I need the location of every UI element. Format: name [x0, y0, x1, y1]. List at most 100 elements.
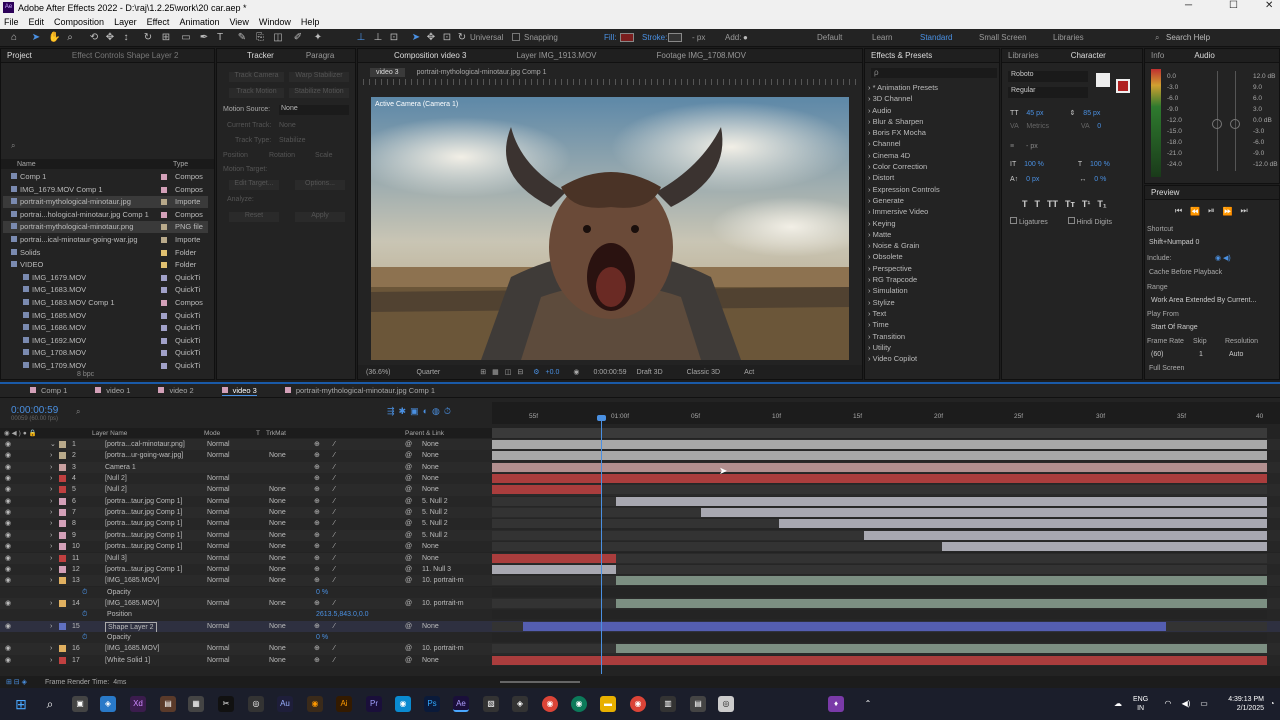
motion-source-select[interactable]: None	[279, 105, 349, 115]
capcut-icon[interactable]: ✂	[218, 696, 234, 712]
font-style-select[interactable]: Regular	[1008, 87, 1088, 98]
expand-arrow-icon[interactable]: ›	[50, 484, 52, 495]
last-frame-icon[interactable]: ⏭	[1241, 206, 1248, 216]
options-button[interactable]: Options...	[295, 180, 345, 190]
layer-row[interactable]: ◉ › 17 [White Solid 1] Normal None ⊕ ⁄ @ None	[0, 654, 1280, 666]
layer-name-header[interactable]: Layer Name	[92, 430, 127, 437]
type-column-header[interactable]: Type	[173, 161, 188, 168]
audition-icon[interactable]: Au	[277, 696, 293, 712]
text-style-button[interactable]: T₁	[1097, 199, 1106, 209]
project-item[interactable]: IMG_1709.MOV QuickTi	[3, 360, 208, 372]
label-color-swatch[interactable]	[161, 237, 167, 243]
layer-label-color[interactable]	[59, 531, 66, 539]
layer-name[interactable]: Shape Layer 2	[105, 621, 157, 633]
menu-view[interactable]: View	[229, 17, 248, 27]
parent-select[interactable]: None	[422, 439, 439, 450]
wifi-icon[interactable]: ◠	[1160, 696, 1176, 712]
parent-pick-whip-icon[interactable]: @	[405, 564, 412, 575]
layer-switches-icons[interactable]: ⊕ ⁄	[314, 598, 341, 609]
layer-switches-icons[interactable]: ⊕ ⁄	[314, 496, 341, 507]
range-select[interactable]: Work Area Extended By Current...	[1151, 297, 1256, 304]
ligatures-checkbox[interactable]	[1010, 217, 1017, 224]
effects-category[interactable]: › Perspective	[868, 263, 998, 274]
layer-name[interactable]: [Null 2]	[105, 473, 127, 484]
font-size-value[interactable]: 45 px	[1026, 110, 1043, 117]
layer-duration-bar[interactable]	[492, 485, 601, 495]
browser-icon[interactable]: ◉	[395, 696, 411, 712]
parent-pick-whip-icon[interactable]: @	[405, 598, 412, 609]
parent-select[interactable]: None	[422, 621, 439, 632]
menu-animation[interactable]: Animation	[179, 17, 219, 27]
3d-select-icon[interactable]: ➤	[410, 32, 422, 44]
layer-duration-bar[interactable]	[492, 440, 1267, 449]
layer-name[interactable]: [portra...taur.jpg Comp 1]	[105, 530, 182, 541]
layer-label-color[interactable]	[59, 463, 66, 471]
app-icon-1[interactable]: ▤	[160, 696, 176, 712]
axis-local-icon[interactable]: ⊥	[355, 32, 367, 44]
project-item[interactable]: IMG_1692.MOV QuickTi	[3, 335, 208, 347]
project-item[interactable]: VIDEO Folder	[3, 259, 208, 271]
layer-name[interactable]: [portra...taur.jpg Comp 1]	[105, 564, 182, 575]
roto-brush-tool-icon[interactable]: ✐	[292, 32, 304, 44]
scale-checkbox[interactable]: Scale	[315, 152, 333, 159]
illustrator-icon[interactable]: Ai	[336, 696, 352, 712]
expand-arrow-icon[interactable]: ›	[50, 575, 52, 586]
timeline-switches-icons[interactable]: ⇶✱▣◐◍⏱	[387, 406, 455, 417]
label-color-swatch[interactable]	[161, 249, 167, 256]
layer-switches-icons[interactable]: ⊕ ⁄	[314, 621, 341, 632]
cache-before-playback[interactable]: Cache Before Playback	[1149, 269, 1222, 276]
effects-category[interactable]: › Obsolete	[868, 251, 998, 262]
menu-effect[interactable]: Effect	[147, 17, 170, 27]
work-area-bar[interactable]	[492, 428, 1267, 438]
parent-pick-whip-icon[interactable]: @	[405, 518, 412, 529]
effects-category[interactable]: › Simulation	[868, 285, 998, 296]
task-view-icon[interactable]: ▣	[72, 696, 88, 712]
effects-category[interactable]: › Transition	[868, 331, 998, 342]
layer-name[interactable]: [Null 2]	[105, 484, 127, 495]
blend-mode-select[interactable]: Normal	[207, 564, 230, 575]
effects-category[interactable]: › RG Trapcode	[868, 274, 998, 285]
language-indicator[interactable]: ENG	[1133, 696, 1148, 703]
visibility-eye-icon[interactable]: ◉	[5, 564, 11, 575]
blend-mode-select[interactable]: Normal	[207, 530, 230, 541]
rotate-tool-icon[interactable]: ↻	[142, 32, 154, 44]
layer-label-color[interactable]	[59, 645, 66, 653]
clock-time[interactable]: 4:39:13 PM	[1228, 696, 1264, 703]
layer-label-color[interactable]	[59, 475, 66, 483]
comp-timecode[interactable]: 0:00:00:59	[593, 369, 626, 376]
hand-tool-icon[interactable]: ✋	[48, 32, 60, 44]
text-style-button[interactable]: T	[1035, 199, 1041, 209]
project-item[interactable]: IMG_1679.MOV Comp 1 Compos	[3, 184, 208, 196]
track-matte-select[interactable]: None	[269, 530, 286, 541]
blend-mode-select[interactable]: Normal	[207, 541, 230, 552]
time-ruler[interactable]: 55f 01:00f 05f 10f 15f 20f 25f 30f 35f 40	[492, 402, 1280, 424]
effects-category[interactable]: › Noise & Grain	[868, 240, 998, 251]
menu-composition[interactable]: Composition	[54, 17, 104, 27]
timeline-tab[interactable]: video 1	[95, 386, 130, 395]
effects-category[interactable]: › * Animation Presets	[868, 82, 998, 93]
layer-label-color[interactable]	[59, 599, 66, 607]
blend-mode-select[interactable]: Normal	[207, 473, 230, 484]
parent-pick-whip-icon[interactable]: @	[405, 541, 412, 552]
home-icon[interactable]: ⌂	[8, 32, 20, 44]
label-color-swatch[interactable]	[161, 363, 167, 369]
blend-mode-select[interactable]: Normal	[207, 518, 230, 529]
visibility-eye-icon[interactable]: ◉	[5, 575, 11, 586]
track-matte-select[interactable]: None	[269, 496, 286, 507]
layer-switches-icons[interactable]: ⊕ ⁄	[314, 507, 341, 518]
layer-label-color[interactable]	[59, 452, 66, 460]
effects-category[interactable]: › Color Correction	[868, 161, 998, 172]
menu-window[interactable]: Window	[259, 17, 291, 27]
label-color-swatch[interactable]	[161, 186, 167, 193]
toggle-switches-icon[interactable]: ⊞ ⊟ ◈	[6, 678, 27, 686]
tracking-value[interactable]: 0	[1097, 123, 1101, 130]
after-effects-taskbar-icon[interactable]: Ae	[453, 696, 469, 712]
subtab-portrait-comp[interactable]: portrait-mythological-minotaur.jpg Comp …	[417, 69, 547, 76]
track-matte-select[interactable]: None	[269, 598, 286, 609]
timeline-search-icon[interactable]: ⌕	[76, 407, 80, 417]
text-style-button[interactable]: T¹	[1082, 199, 1091, 209]
transparency-grid-icon[interactable]: ▦	[492, 368, 499, 376]
layer-name[interactable]: [portra...taur.jpg Comp 1]	[105, 518, 182, 529]
visibility-eye-icon[interactable]: ◉	[5, 621, 11, 632]
layer-duration-bar[interactable]	[523, 621, 1167, 631]
